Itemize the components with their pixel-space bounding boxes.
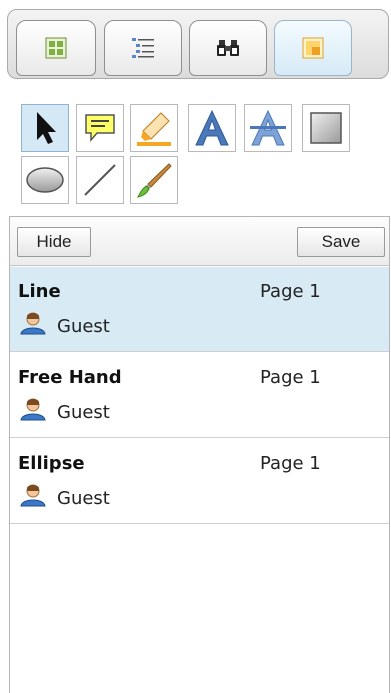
line-icon [84, 164, 116, 196]
annotations-panel: Hide Save Line Page 1 Guest Free Hand Pa… [9, 216, 390, 693]
save-button[interactable]: Save [297, 227, 385, 257]
ellipse-icon [26, 167, 64, 193]
annotation-page: Page 1 [260, 367, 321, 388]
ellipse-tool[interactable] [21, 156, 69, 204]
annotation-user: Guest [57, 488, 110, 509]
highlighter-icon [137, 112, 171, 146]
annotation-user: Guest [57, 402, 110, 423]
annotation-user: Guest [57, 316, 110, 337]
annotation-item-free-hand[interactable]: Free Hand Page 1 Guest [10, 353, 389, 438]
tab-annotations[interactable] [274, 20, 352, 76]
tab-outline[interactable] [104, 20, 182, 76]
outline-list-icon [132, 38, 154, 58]
highlighter-tool[interactable] [130, 104, 178, 152]
strikethrough-icon [250, 109, 286, 146]
line-tool[interactable] [76, 156, 124, 204]
text-tool[interactable] [188, 104, 236, 152]
rectangle-icon [310, 112, 342, 144]
user-icon [20, 484, 46, 507]
text-icon [195, 109, 229, 146]
select-tool[interactable] [21, 104, 69, 152]
annotations-toolbar: Hide Save [10, 217, 389, 266]
strikethrough-tool[interactable] [244, 104, 292, 152]
annotation-type: Free Hand [18, 367, 122, 388]
rectangle-tool[interactable] [302, 104, 350, 152]
annotation-item-ellipse[interactable]: Ellipse Page 1 Guest [10, 439, 389, 524]
thumbnails-icon [45, 37, 67, 59]
freehand-brush-icon [137, 163, 172, 198]
tab-search[interactable] [189, 20, 267, 76]
annotation-page: Page 1 [260, 281, 321, 302]
sticky-note-icon [85, 114, 115, 143]
user-icon [20, 312, 46, 335]
annotation-type: Line [18, 281, 61, 302]
annotation-page: Page 1 [260, 453, 321, 474]
tab-thumbnails[interactable] [16, 20, 96, 76]
sticky-note-tool[interactable] [76, 104, 124, 152]
select-arrow-icon [37, 112, 56, 144]
binoculars-icon [217, 40, 239, 56]
annotations-icon [302, 37, 324, 59]
hide-button[interactable]: Hide [17, 227, 91, 257]
panel-tab-bar [7, 9, 389, 79]
annotation-item-line[interactable]: Line Page 1 Guest [10, 267, 389, 352]
annotation-type: Ellipse [18, 453, 85, 474]
user-icon [20, 398, 46, 421]
freehand-tool[interactable] [130, 156, 178, 204]
